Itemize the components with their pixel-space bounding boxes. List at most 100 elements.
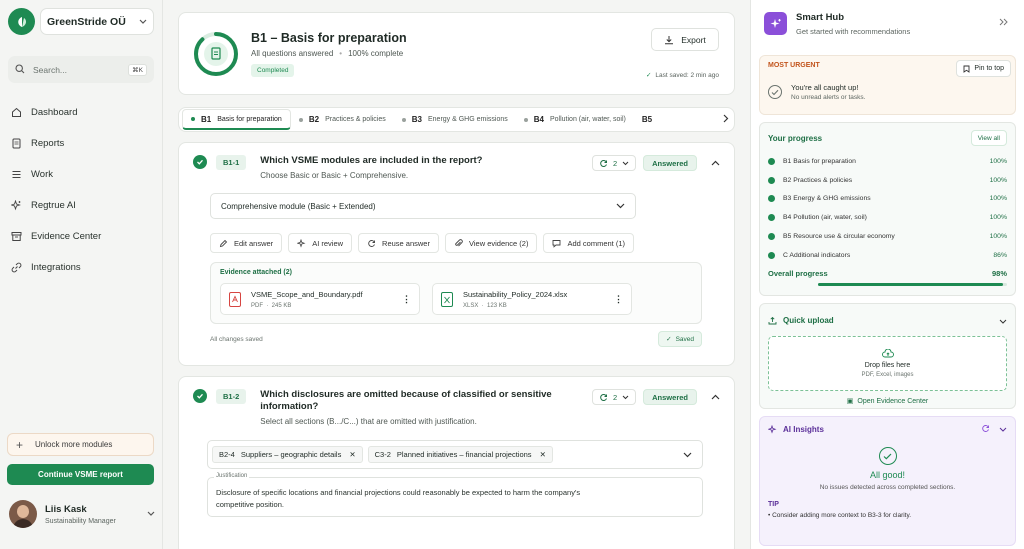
view-evidence-button[interactable]: View evidence (2) <box>444 233 538 253</box>
justification-line-1: Disclosure of specific locations and fin… <box>216 488 581 497</box>
progress-item[interactable]: B2 Practices & policies 100% <box>768 171 1007 190</box>
open-evidence-link[interactable]: ▣ Open Evidence Center <box>768 397 1007 405</box>
nav-item-regtrue-ai[interactable]: Regtrue AI <box>0 190 162 221</box>
unlock-modules-button[interactable]: + Unlock more modules <box>7 433 154 456</box>
more-vertical-icon[interactable]: ⋮ <box>402 294 411 305</box>
tab-code: B5 <box>641 115 653 124</box>
justification-field[interactable]: Justification Disclosure of specific loc… <box>207 473 703 517</box>
chevron-down-icon <box>616 202 625 211</box>
revisions-button[interactable]: 2 <box>591 389 637 405</box>
action-label: AI review <box>312 238 344 248</box>
progress-value: 100% <box>989 233 1007 241</box>
continue-report-button[interactable]: Continue VSME report <box>7 464 154 485</box>
tab-b1[interactable]: B1 Basis for preparation <box>182 109 291 130</box>
saved-badge: ✓ Saved <box>658 331 702 347</box>
justification-text: Disclosure of specific locations and fin… <box>216 487 694 511</box>
download-icon <box>665 35 674 44</box>
changes-status: All changes saved <box>210 335 263 343</box>
question-desc: Select all sections (B.../C...) that are… <box>260 417 477 426</box>
smart-hub-subtitle: Get started with recommendations <box>796 26 911 36</box>
progress-item[interactable]: B5 Resource use & circular economy 100% <box>768 227 1007 246</box>
home-icon <box>12 107 21 117</box>
reuse-answer-button[interactable]: Reuse answer <box>358 233 439 253</box>
close-icon[interactable]: ✕ <box>349 450 355 459</box>
tab-b2[interactable]: B2 Practices & policies <box>291 109 394 130</box>
view-all-button[interactable]: View all <box>970 130 1007 146</box>
file-drop-zone[interactable]: Drop files here PDF, Excel, images <box>768 336 1007 391</box>
caught-up-title: You're all caught up! <box>791 83 859 92</box>
progress-item[interactable]: B1 Basis for preparation 100% <box>768 152 1007 171</box>
nav-label: Work <box>31 169 53 180</box>
pin-to-top-button[interactable]: Pin to top <box>956 60 1011 77</box>
file-type: XLSX <box>463 302 479 309</box>
chevron-right-icon[interactable] <box>723 114 729 125</box>
user-menu[interactable]: Liis Kask Sustainability Manager <box>9 500 155 528</box>
nav-item-integrations[interactable]: Integrations <box>0 252 162 283</box>
upload-title-text: Quick upload <box>783 315 834 325</box>
chevron-up-icon[interactable] <box>711 392 720 402</box>
status-badge: Completed <box>251 63 295 77</box>
edit-answer-button[interactable]: Edit answer <box>210 233 283 253</box>
question-controls: 2 Answered <box>591 389 720 405</box>
check-circle-icon <box>193 155 207 169</box>
all-good-message: All good! No issues detected across comp… <box>768 447 1007 493</box>
complete-text: 100% complete <box>348 48 404 58</box>
file-meta: XLSX · 123 KB <box>463 302 507 309</box>
plus-icon: + <box>16 437 24 452</box>
refresh-icon[interactable] <box>981 424 990 435</box>
progress-label: B4 Pollution (air, water, soil) <box>783 214 867 222</box>
nav-item-evidence-center[interactable]: Evidence Center <box>0 221 162 252</box>
tip-text: • Consider adding more context to B3-3 f… <box>768 512 912 519</box>
nav-item-reports[interactable]: Reports <box>0 128 162 159</box>
revisions-button[interactable]: 2 <box>591 155 637 171</box>
progress-item[interactable]: C Additional indicators 86% <box>768 246 1007 265</box>
main-nav: Dashboard Reports Work Regtrue AI Eviden… <box>0 97 162 283</box>
tab-b3[interactable]: B3 Energy & GHG emissions <box>394 109 516 130</box>
progress-ring <box>193 31 239 77</box>
progress-item[interactable]: B4 Pollution (air, water, soil) 100% <box>768 208 1007 227</box>
nav-item-work[interactable]: Work <box>0 159 162 190</box>
add-comment-button[interactable]: Add comment (1) <box>543 233 634 253</box>
module-select[interactable]: Comprehensive module (Basic + Extended) <box>210 193 636 219</box>
file-item[interactable]: Sustainability_Policy_2024.xlsx XLSX · 1… <box>432 283 632 315</box>
nav-label: Regtrue AI <box>31 200 76 211</box>
action-label: Add comment (1) <box>567 238 625 248</box>
tab-code: B4 <box>533 115 544 124</box>
question-title: Which VSME modules are included in the r… <box>260 155 483 166</box>
question-controls: 2 Answered <box>591 155 720 171</box>
chevron-down-icon[interactable] <box>999 425 1007 434</box>
most-urgent-card: MOST URGENT Pin to top You're all caught… <box>759 55 1016 115</box>
revisions-count: 2 <box>612 158 618 168</box>
collapse-panel-icon[interactable] <box>999 18 1008 29</box>
unlock-label: Unlock more modules <box>35 440 113 449</box>
check-circle-icon <box>193 389 207 403</box>
tab-b5[interactable]: B5 <box>634 109 666 130</box>
omitted-sections-select[interactable]: B2-4 Suppliers – geographic details ✕ C3-2… <box>207 440 703 469</box>
all-good-title: All good! <box>869 470 906 480</box>
chevron-up-icon[interactable] <box>711 158 720 168</box>
org-selector[interactable]: GreenStride OÜ <box>40 8 154 35</box>
tab-b4[interactable]: B4 Pollution (air, water, soil) <box>516 109 634 130</box>
upload-header[interactable]: Quick upload <box>768 311 1007 329</box>
org-header: GreenStride OÜ <box>0 0 162 35</box>
ai-review-button[interactable]: AI review <box>288 233 353 253</box>
sparkle-icon <box>768 425 777 434</box>
selected-chip: B2-4 Suppliers – geographic details ✕ <box>212 446 363 463</box>
chip-label: Planned initiatives – financial projecti… <box>396 450 532 459</box>
ai-insights-card: AI Insights All good! No issues detected… <box>759 416 1016 546</box>
drop-types: PDF, Excel, images <box>861 372 914 378</box>
pencil-icon <box>219 239 228 247</box>
export-button[interactable]: Export <box>651 28 719 51</box>
progress-value: 100% <box>989 195 1007 203</box>
refresh-icon <box>600 393 607 401</box>
close-icon[interactable]: ✕ <box>540 450 546 459</box>
continue-label: Continue VSME report <box>38 470 123 479</box>
progress-item[interactable]: B3 Energy & GHG emissions 100% <box>768 190 1007 209</box>
search-input[interactable]: Search... ⌘K <box>8 56 154 83</box>
file-item[interactable]: VSME_Scope_and_Boundary.pdf PDF · 245 KB… <box>220 283 420 315</box>
title-line-1: Which disclosures are omitted because of… <box>260 389 552 400</box>
nav-item-dashboard[interactable]: Dashboard <box>0 97 162 128</box>
list-icon <box>12 171 21 178</box>
title-line-2: information? <box>260 401 319 412</box>
more-vertical-icon[interactable]: ⋮ <box>614 294 623 305</box>
